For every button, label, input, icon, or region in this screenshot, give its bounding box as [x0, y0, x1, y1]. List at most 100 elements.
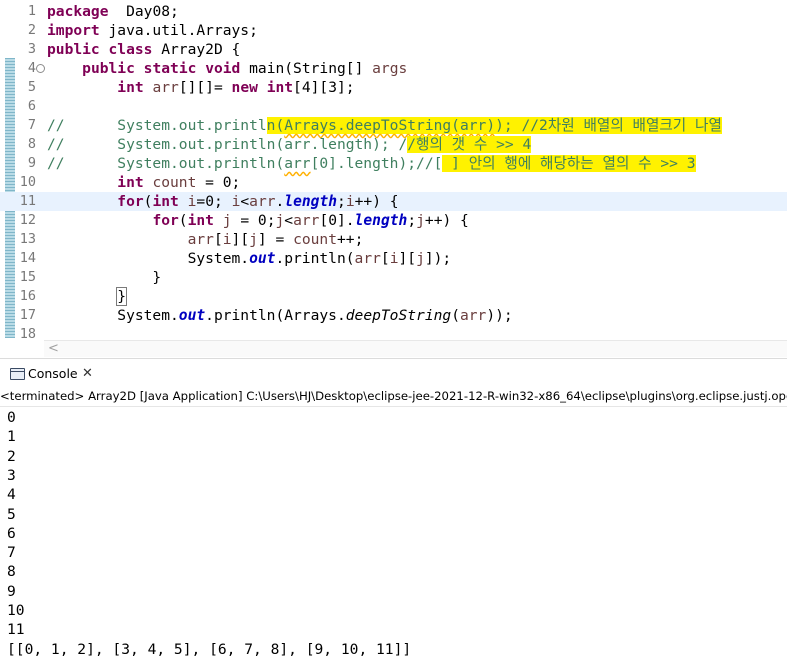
code-token: ][: [398, 250, 417, 267]
code-token: j: [222, 212, 232, 229]
code-token: <: [240, 193, 250, 210]
code-line-17[interactable]: 17 System.out.println(Arrays.deepToStrin…: [0, 306, 787, 325]
code-token: class: [108, 41, 153, 58]
code-token: out: [249, 250, 276, 267]
code-token: [0].length);//[: [310, 155, 443, 172]
code-token: new: [231, 79, 258, 96]
code-token: static: [143, 60, 197, 77]
code-text: import java.util.Arrays;: [47, 21, 258, 40]
code-text: System.out.println(Arrays.deepToString(a…: [47, 306, 512, 325]
horizontal-scrollbar[interactable]: <: [44, 340, 787, 357]
code-token: <: [284, 212, 294, 229]
code-line-18[interactable]: 18: [0, 325, 787, 340]
code-token: ); //2차원 배열의 배열크기 나열: [495, 117, 722, 134]
code-line-11[interactable]: 11 for(int i=0; i<arr.length;i++) {: [0, 192, 787, 211]
console-status: <terminated> Array2D [Java Application] …: [0, 386, 787, 407]
output-line: [[0, 1, 2], [3, 4, 5], [6, 7, 8], [9, 10…: [7, 640, 412, 658]
line-number: 12: [19, 212, 36, 228]
code-token: for: [117, 193, 144, 210]
code-token: for: [152, 212, 179, 229]
output-line: 3: [7, 466, 16, 484]
code-token: out: [178, 307, 206, 324]
code-token: .println(: [275, 250, 355, 267]
code-text: public static void main(String[] args: [47, 59, 407, 78]
code-editor[interactable]: 1 package Day08; 2 import java.util.Arrays;…: [0, 0, 787, 340]
code-text: for(int i=0; i<arr.length;i++) {: [47, 192, 398, 211]
code-token: [0].: [319, 212, 355, 229]
line-number: 9: [27, 155, 36, 171]
code-line-13[interactable]: 13 arr[i][j] = count++;: [0, 230, 787, 249]
code-token: Array2D {: [152, 41, 241, 58]
code-token: }: [47, 269, 162, 286]
output-line: 7: [7, 544, 16, 562]
code-line-12[interactable]: 12 for(int j = 0;j<arr[0].length;j++) {: [0, 211, 787, 230]
line-number: 4: [27, 60, 36, 76]
line-number: 8: [27, 136, 36, 152]
code-text: package Day08;: [47, 2, 179, 21]
fold-toggle-icon[interactable]: [36, 64, 45, 73]
code-token: public: [82, 60, 135, 77]
code-token: /행의 갯 수 >> 4: [407, 136, 532, 153]
output-line: 2: [7, 447, 16, 465]
output-line: 0: [7, 409, 16, 426]
code-line-6[interactable]: 6: [0, 97, 787, 116]
code-token: args: [372, 60, 408, 77]
code-line-5[interactable]: 5 int arr[][]= new int[4][3];: [0, 78, 787, 97]
code-token: [: [213, 231, 223, 248]
code-text: int count = 0;: [47, 173, 240, 192]
code-line-1[interactable]: 1 package Day08;: [0, 2, 787, 21]
code-token: // System.out.printl: [47, 117, 267, 134]
code-token: Day08;: [108, 3, 179, 20]
code-text: int arr[][]= new int[4][3];: [47, 78, 354, 97]
code-line-2[interactable]: 2 import java.util.Arrays;: [0, 21, 787, 40]
code-token: int: [187, 212, 214, 229]
code-token: int: [117, 174, 144, 191]
code-token: ] 안의 행에 해당하는 열의 수 >> 3: [442, 155, 696, 172]
code-token: (: [451, 307, 460, 324]
output-line: 8: [7, 563, 16, 581]
code-token: j: [249, 231, 258, 248]
code-line-15[interactable]: 15 }: [0, 268, 787, 287]
code-token: i: [345, 193, 355, 210]
tab-console[interactable]: Console ✕: [6, 363, 98, 387]
console-tab-bar: Console ✕: [0, 358, 787, 387]
line-number: 2: [27, 22, 36, 38]
code-line-9[interactable]: 9 // System.out.println(arr[0].length);//…: [0, 154, 787, 173]
code-text: }: [47, 268, 161, 287]
code-text: System.out.println(arr[i][j]);: [47, 249, 452, 268]
code-line-4[interactable]: 4 public static void main(String[] args: [0, 59, 787, 78]
code-line-8[interactable]: 8 // System.out.println(arr.length); //행의…: [0, 135, 787, 154]
code-token: [][]=: [178, 79, 232, 96]
code-line-16[interactable]: 16 }: [0, 287, 787, 306]
code-token: System.: [47, 250, 250, 267]
code-token: arr: [249, 193, 276, 210]
line-number: 6: [27, 98, 36, 114]
line-number: 5: [27, 79, 36, 95]
code-token: ;: [337, 193, 346, 210]
code-token: length: [284, 193, 338, 210]
code-line-14[interactable]: 14 System.out.println(arr[i][j]);: [0, 249, 787, 268]
code-token: i: [222, 231, 232, 248]
code-line-3[interactable]: 3 public class Array2D {: [0, 40, 787, 59]
code-token: .println(Arrays.: [205, 307, 346, 324]
scroll-left-icon[interactable]: <: [48, 341, 59, 357]
code-token: ] =: [257, 231, 294, 248]
code-token: [: [380, 250, 390, 267]
close-icon[interactable]: ✕: [82, 363, 93, 385]
line-number: 7: [27, 117, 36, 133]
code-token: ++;: [337, 231, 364, 248]
tab-console-label: Console: [28, 366, 78, 381]
code-token: arr: [187, 231, 214, 248]
code-token: .: [275, 193, 285, 210]
code-line-10[interactable]: 10 int count = 0;: [0, 173, 787, 192]
code-token: length: [354, 212, 408, 229]
code-line-7[interactable]: 7 // System.out.println(Arrays.deepToStri…: [0, 116, 787, 135]
